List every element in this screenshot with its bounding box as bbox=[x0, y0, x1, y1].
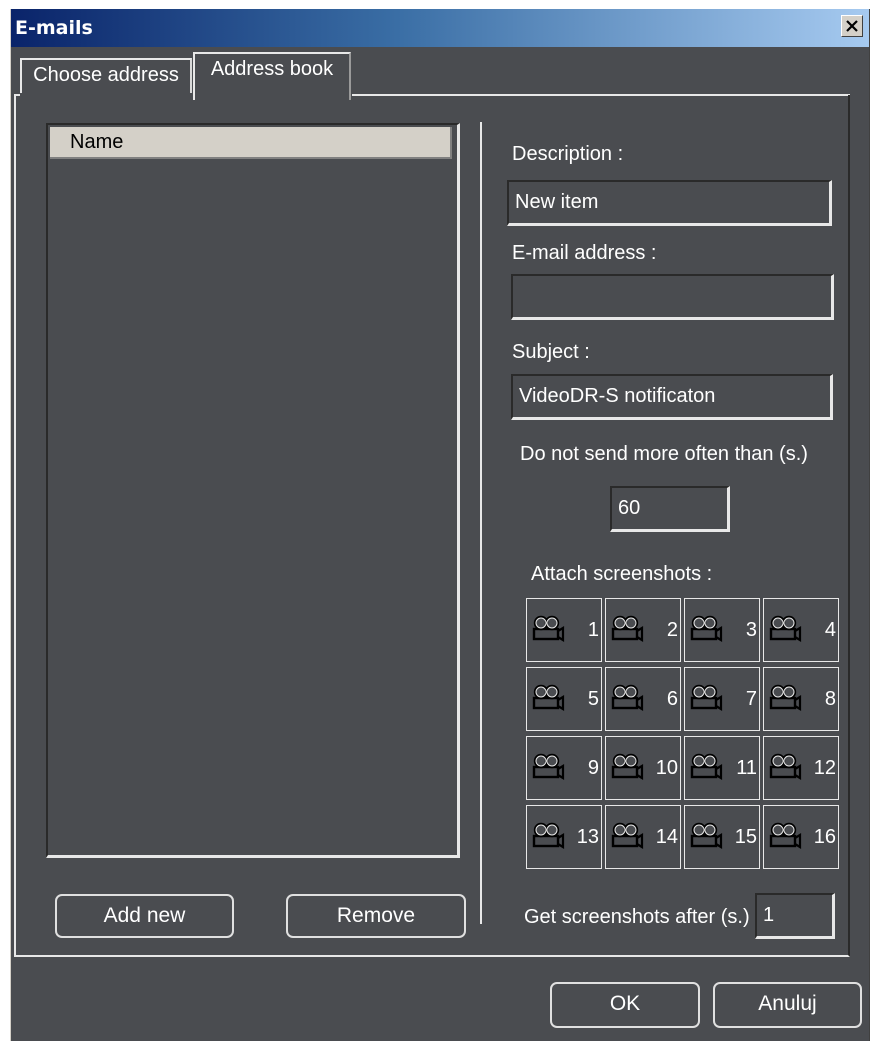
video-camera-icon bbox=[768, 820, 802, 854]
camera-number: 13 bbox=[576, 826, 599, 848]
camera-number: 11 bbox=[736, 757, 757, 779]
camera-number: 5 bbox=[587, 688, 599, 710]
camera-toggle-13[interactable]: 13 bbox=[526, 805, 602, 869]
camera-toggle-6[interactable]: 6 bbox=[605, 667, 681, 731]
camera-toggle-2[interactable]: 2 bbox=[605, 598, 681, 662]
camera-toggle-10[interactable]: 10 bbox=[605, 736, 681, 800]
email-input[interactable] bbox=[511, 274, 834, 320]
tab-label: Choose address bbox=[33, 64, 179, 86]
add-new-button[interactable]: Add new bbox=[55, 894, 234, 938]
interval-label: Do not send more often than (s.) bbox=[520, 443, 808, 465]
camera-number: 7 bbox=[745, 688, 757, 710]
camera-number: 2 bbox=[666, 619, 678, 641]
video-camera-icon bbox=[531, 751, 565, 785]
camera-toggle-1[interactable]: 1 bbox=[526, 598, 602, 662]
camera-number: 1 bbox=[587, 619, 599, 641]
camera-number: 16 bbox=[813, 826, 836, 848]
email-label: E-mail address : bbox=[512, 242, 657, 264]
address-list[interactable]: Name bbox=[46, 123, 460, 858]
camera-toggle-12[interactable]: 12 bbox=[763, 736, 839, 800]
tab-label: Address book bbox=[210, 58, 334, 80]
video-camera-icon bbox=[768, 751, 802, 785]
camera-toggle-15[interactable]: 15 bbox=[684, 805, 760, 869]
camera-number: 10 bbox=[655, 757, 678, 779]
camera-number: 15 bbox=[734, 826, 757, 848]
title-bar[interactable]: E-mails bbox=[11, 9, 869, 47]
attach-screenshots-label: Attach screenshots : bbox=[531, 563, 713, 585]
delay-input[interactable] bbox=[755, 893, 835, 939]
tab-choose-address[interactable]: Choose address bbox=[20, 58, 192, 93]
subject-input[interactable] bbox=[511, 374, 833, 420]
camera-number: 3 bbox=[745, 619, 757, 641]
video-camera-icon bbox=[689, 751, 723, 785]
camera-toggle-16[interactable]: 16 bbox=[763, 805, 839, 869]
close-icon bbox=[846, 20, 858, 32]
camera-number: 6 bbox=[666, 688, 678, 710]
description-input[interactable] bbox=[507, 180, 832, 226]
camera-number: 14 bbox=[655, 826, 678, 848]
description-label: Description : bbox=[512, 143, 624, 165]
video-camera-icon bbox=[610, 613, 644, 647]
video-camera-icon bbox=[610, 751, 644, 785]
vertical-divider bbox=[480, 122, 482, 924]
delay-label: Get screenshots after (s.) bbox=[524, 906, 750, 928]
interval-input[interactable] bbox=[610, 486, 730, 532]
camera-toggle-11[interactable]: 11 bbox=[684, 736, 760, 800]
remove-button[interactable]: Remove bbox=[286, 894, 466, 938]
camera-number: 12 bbox=[813, 757, 836, 779]
camera-number: 9 bbox=[587, 757, 599, 779]
close-button[interactable] bbox=[841, 15, 863, 37]
ok-button[interactable]: OK bbox=[550, 982, 700, 1028]
cancel-button[interactable]: Anuluj bbox=[713, 982, 862, 1028]
window-title: E-mails bbox=[15, 17, 93, 39]
video-camera-icon bbox=[610, 820, 644, 854]
video-camera-icon bbox=[610, 682, 644, 716]
video-camera-icon bbox=[689, 682, 723, 716]
list-column-header-name[interactable]: Name bbox=[50, 127, 452, 159]
video-camera-icon bbox=[768, 682, 802, 716]
camera-toggle-3[interactable]: 3 bbox=[684, 598, 760, 662]
camera-toggle-8[interactable]: 8 bbox=[763, 667, 839, 731]
camera-number: 8 bbox=[824, 688, 836, 710]
camera-toggle-14[interactable]: 14 bbox=[605, 805, 681, 869]
video-camera-icon bbox=[689, 613, 723, 647]
camera-number: 4 bbox=[824, 619, 836, 641]
camera-toggle-5[interactable]: 5 bbox=[526, 667, 602, 731]
camera-toggle-4[interactable]: 4 bbox=[763, 598, 839, 662]
video-camera-icon bbox=[768, 613, 802, 647]
video-camera-icon bbox=[531, 613, 565, 647]
video-camera-icon bbox=[689, 820, 723, 854]
camera-toggle-9[interactable]: 9 bbox=[526, 736, 602, 800]
tab-address-book[interactable]: Address book bbox=[193, 52, 351, 100]
video-camera-icon bbox=[531, 820, 565, 854]
video-camera-icon bbox=[531, 682, 565, 716]
subject-label: Subject : bbox=[512, 341, 590, 363]
camera-toggle-7[interactable]: 7 bbox=[684, 667, 760, 731]
